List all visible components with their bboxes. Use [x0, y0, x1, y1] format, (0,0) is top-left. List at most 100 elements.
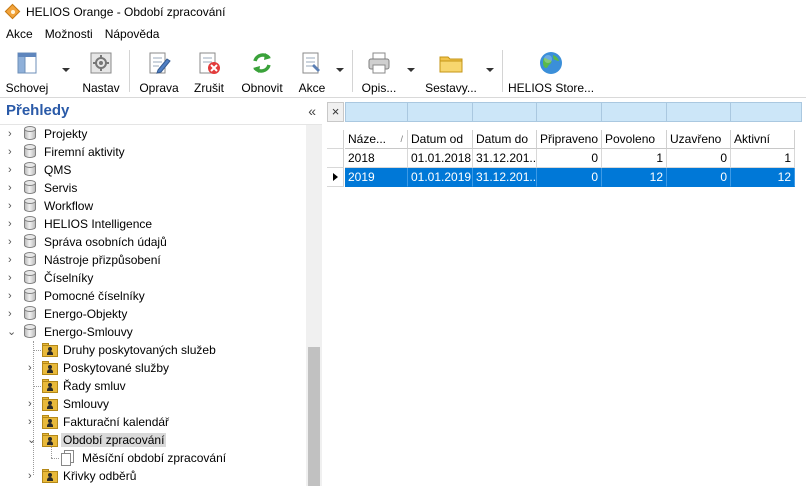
current-row-indicator-icon[interactable] — [327, 168, 344, 187]
expand-chevron-icon[interactable]: › — [28, 398, 38, 410]
row-indicator[interactable] — [327, 149, 344, 168]
column-header-datum-do[interactable]: Datum do — [473, 130, 537, 149]
cell-pripraveno[interactable]: 0 — [537, 168, 602, 187]
filter-cell-povoleno[interactable] — [601, 102, 667, 122]
column-header-povoleno[interactable]: Povoleno — [602, 130, 667, 149]
tree-item-sprava-osobnich-udaju[interactable]: › Správa osobních údajů — [0, 233, 306, 251]
column-header-nazev[interactable]: Náze... / — [345, 130, 408, 149]
sestavy-button[interactable]: Sestavy... — [424, 48, 478, 96]
database-icon — [22, 234, 38, 250]
helios-store-button[interactable]: HELIOS Store... — [508, 48, 594, 96]
row-indicator-header — [327, 130, 344, 149]
cell-povoleno[interactable]: 1 — [602, 149, 667, 168]
tree-item-ciselniky[interactable]: › Číselníky — [0, 269, 306, 287]
tree-item-obdobi-zpracovani[interactable]: ⌄ Období zpracování — [0, 431, 306, 449]
tree-item-projekty[interactable]: › Projekty — [0, 125, 306, 143]
sort-indicator-icon: / — [400, 134, 403, 144]
column-header-pripraveno[interactable]: Připraveno — [537, 130, 602, 149]
delete-icon — [199, 52, 220, 74]
column-header-aktivni[interactable]: Aktivní — [731, 130, 795, 149]
cell-nazev[interactable]: 2019 — [345, 168, 408, 187]
menu-akce[interactable]: Akce — [0, 24, 39, 44]
menu-moznosti[interactable]: Možnosti — [39, 24, 99, 44]
tree-item-pomocne-ciselniky[interactable]: › Pomocné číselníky — [0, 287, 306, 305]
collapse-chevron-icon[interactable]: ⌄ — [27, 434, 37, 446]
collapse-panel-button[interactable]: « — [308, 103, 316, 119]
schovej-dropdown-arrow[interactable] — [62, 66, 70, 74]
menu-napoveda[interactable]: Nápověda — [99, 24, 166, 44]
expand-chevron-icon[interactable]: › — [8, 200, 18, 212]
filter-cell-datum-do[interactable] — [472, 102, 537, 122]
cell-datum-od[interactable]: 01.01.2019 — [408, 168, 473, 187]
schovej-button[interactable]: Schovej — [4, 48, 50, 96]
expand-chevron-icon[interactable]: › — [8, 128, 18, 140]
data-panel: × Náze... / Datum od Datum do Připraveno … — [323, 99, 806, 486]
tree-item-druhy-poskytovanych-sluzeb[interactable]: Druhy poskytovaných služeb — [0, 341, 306, 359]
expand-chevron-icon[interactable]: › — [8, 218, 18, 230]
expand-chevron-icon[interactable]: › — [8, 236, 18, 248]
expand-chevron-icon[interactable]: › — [28, 362, 38, 374]
filter-cell-nazev[interactable] — [345, 102, 408, 122]
expand-chevron-icon[interactable]: › — [8, 290, 18, 302]
akce-button[interactable]: Akce — [292, 48, 332, 96]
edit-pencil-icon — [149, 52, 171, 74]
filter-cell-aktivni[interactable] — [730, 102, 802, 122]
cell-uzavreno[interactable]: 0 — [667, 149, 731, 168]
cell-datum-do[interactable]: 31.12.201... — [473, 168, 537, 187]
expand-chevron-icon[interactable]: › — [8, 146, 18, 158]
obnovit-button[interactable]: Obnovit — [237, 48, 287, 96]
tree-item-workflow[interactable]: › Workflow — [0, 197, 306, 215]
tree-item-nastroje-prizpusobeni[interactable]: › Nástroje přizpůsobení — [0, 251, 306, 269]
expand-chevron-icon[interactable]: › — [28, 470, 38, 482]
filter-cell-uzavreno[interactable] — [666, 102, 731, 122]
column-header-datum-od[interactable]: Datum od — [408, 130, 473, 149]
akce-dropdown-arrow[interactable] — [336, 66, 344, 74]
tree-item-smlouvy[interactable]: › Smlouvy — [0, 395, 306, 413]
expand-chevron-icon[interactable]: › — [8, 272, 18, 284]
toolbar-separator — [129, 50, 130, 92]
tree-item-fakturacni-kalendar[interactable]: › Fakturační kalendář — [0, 413, 306, 431]
tree-item-firemni-aktivity[interactable]: › Firemní aktivity — [0, 143, 306, 161]
table-row[interactable]: 2018 01.01.2018 31.12.201... 0 1 0 1 — [327, 149, 802, 168]
expand-chevron-icon[interactable]: › — [8, 182, 18, 194]
cell-nazev[interactable]: 2018 — [345, 149, 408, 168]
cell-uzavreno[interactable]: 0 — [667, 168, 731, 187]
database-icon — [22, 306, 38, 322]
opis-dropdown-arrow[interactable] — [407, 66, 415, 74]
oprava-button[interactable]: Oprava — [136, 48, 182, 96]
opis-button[interactable]: Opis... — [358, 48, 400, 96]
zrusit-button[interactable]: Zrušit — [186, 48, 232, 96]
tree-item-qms[interactable]: › QMS — [0, 161, 306, 179]
tree-item-mesicni-obdobi-zpracovani[interactable]: Měsíční období zpracování — [0, 445, 306, 467]
expand-chevron-icon[interactable]: › — [8, 308, 18, 320]
tree-item-energo-objekty[interactable]: › Energo-Objekty — [0, 305, 306, 323]
column-header-uzavreno[interactable]: Uzavřeno — [667, 130, 731, 149]
filter-cell-pripraveno[interactable] — [536, 102, 602, 122]
folder-user-icon — [42, 378, 58, 394]
tree-item-servis[interactable]: › Servis — [0, 179, 306, 197]
folder-user-icon — [42, 468, 58, 484]
expand-chevron-icon[interactable]: › — [28, 416, 38, 428]
cell-datum-od[interactable]: 01.01.2018 — [408, 149, 473, 168]
sestavy-dropdown-arrow[interactable] — [486, 66, 494, 74]
tree-scrollbar[interactable] — [306, 125, 322, 486]
expand-chevron-icon[interactable]: › — [8, 254, 18, 266]
cell-aktivni[interactable]: 1 — [731, 149, 795, 168]
cell-povoleno[interactable]: 12 — [602, 168, 667, 187]
cell-pripraveno[interactable]: 0 — [537, 149, 602, 168]
tree-item-poskytovane-sluzby[interactable]: › Poskytované služby — [0, 359, 306, 377]
tree-item-helios-intelligence[interactable]: › HELIOS Intelligence — [0, 215, 306, 233]
tree-item-energo-smlouvy[interactable]: ⌄ Energo-Smlouvy — [0, 323, 306, 341]
cell-aktivni[interactable]: 12 — [731, 168, 795, 187]
database-icon — [22, 180, 38, 196]
tree-item-krivky-odberu[interactable]: › Křivky odběrů — [0, 467, 306, 485]
cell-datum-do[interactable]: 31.12.201... — [473, 149, 537, 168]
close-filter-icon[interactable]: × — [327, 102, 344, 122]
table-row-selected[interactable]: 2019 01.01.2019 31.12.201... 0 12 0 12 — [327, 168, 802, 187]
collapse-chevron-icon[interactable]: ⌄ — [7, 326, 17, 338]
tree-item-rady-smluv[interactable]: Řady smluv — [0, 377, 306, 395]
expand-chevron-icon[interactable]: › — [8, 164, 18, 176]
nastav-button[interactable]: Nastav — [78, 48, 124, 96]
tree-scrollbar-thumb[interactable] — [308, 347, 320, 486]
filter-cell-datum-od[interactable] — [407, 102, 473, 122]
